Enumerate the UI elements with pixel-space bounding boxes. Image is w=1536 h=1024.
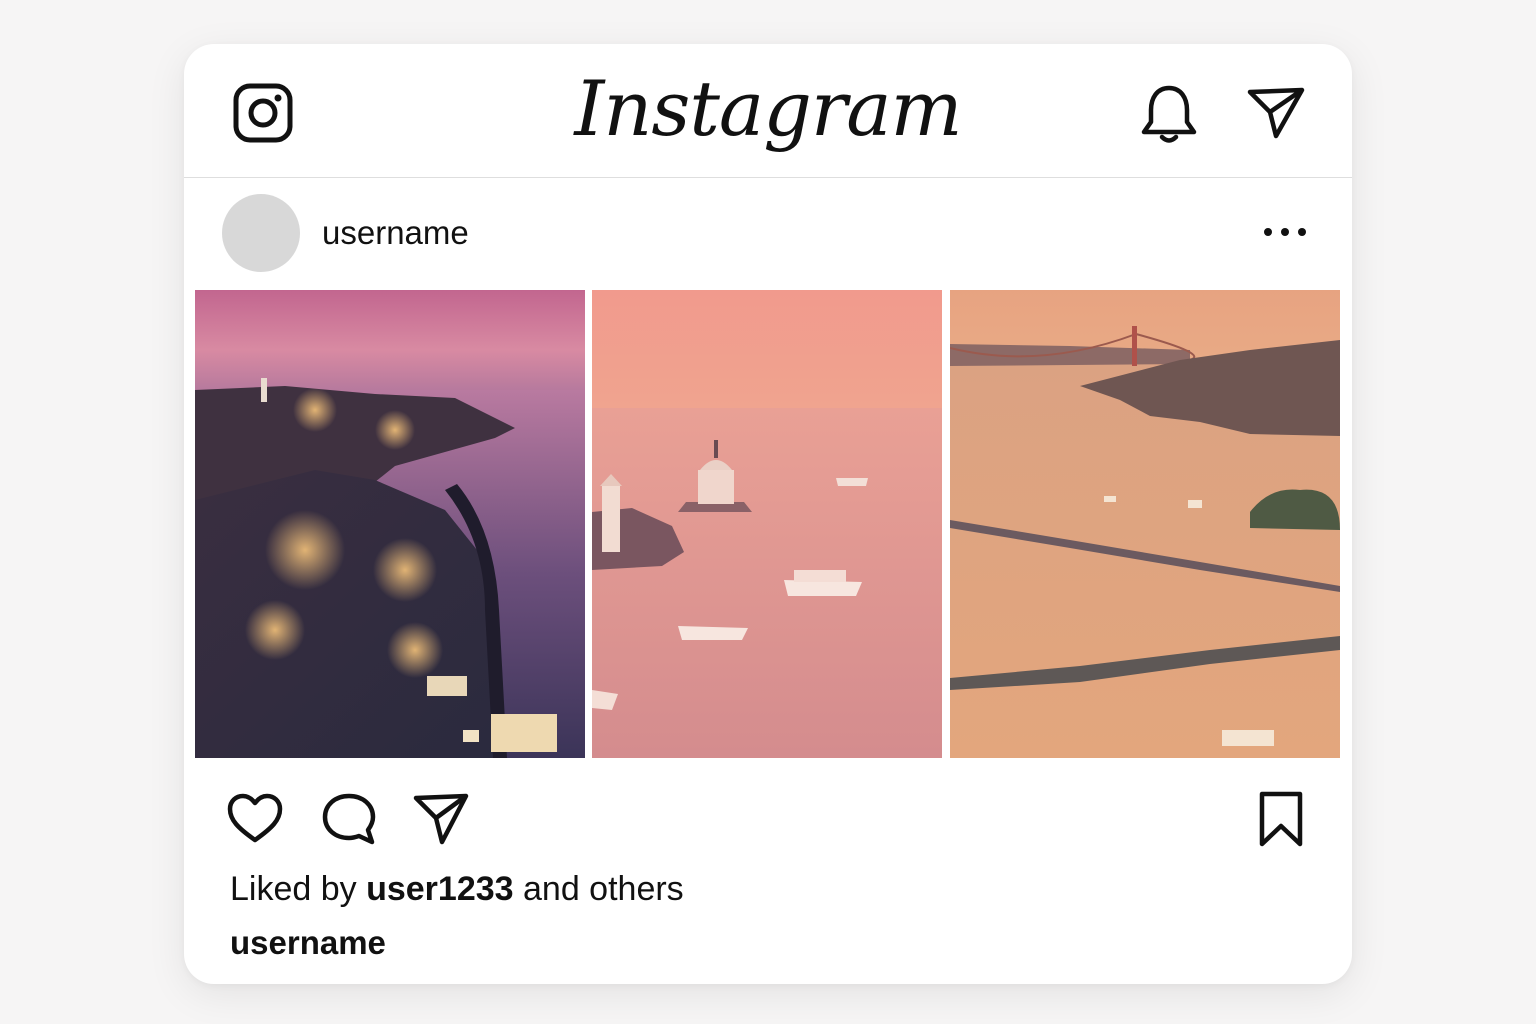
share-icon[interactable]: [412, 790, 470, 848]
comment-icon[interactable]: [320, 790, 378, 848]
post-image-1[interactable]: [195, 290, 585, 758]
bosphorus-bridge-photo: [950, 290, 1340, 758]
direct-message-icon[interactable]: [1246, 84, 1306, 142]
heart-icon[interactable]: [226, 790, 284, 848]
top-bar: Instagram: [184, 44, 1352, 178]
post-actions: [184, 784, 1352, 854]
caption-username[interactable]: username: [230, 924, 386, 962]
bookmark-icon[interactable]: [1258, 790, 1304, 848]
likes-line: Liked by user1233 and others: [230, 870, 684, 909]
maidens-tower-photo: [592, 290, 942, 758]
more-dots-icon[interactable]: [1262, 226, 1308, 238]
post-image-3[interactable]: [950, 290, 1340, 758]
post-image-2[interactable]: [592, 290, 942, 758]
likes-suffix[interactable]: and others: [514, 870, 684, 908]
post-card: Instagram username Liked by user1233 and…: [184, 44, 1352, 984]
post-header: username: [184, 178, 1352, 288]
avatar[interactable]: [222, 194, 300, 272]
liked-by-user[interactable]: user1233: [366, 870, 513, 908]
bell-icon[interactable]: [1138, 82, 1200, 148]
istanbul-waterfront-photo: [195, 290, 585, 758]
likes-prefix: Liked by: [230, 870, 367, 908]
post-username[interactable]: username: [322, 214, 469, 252]
